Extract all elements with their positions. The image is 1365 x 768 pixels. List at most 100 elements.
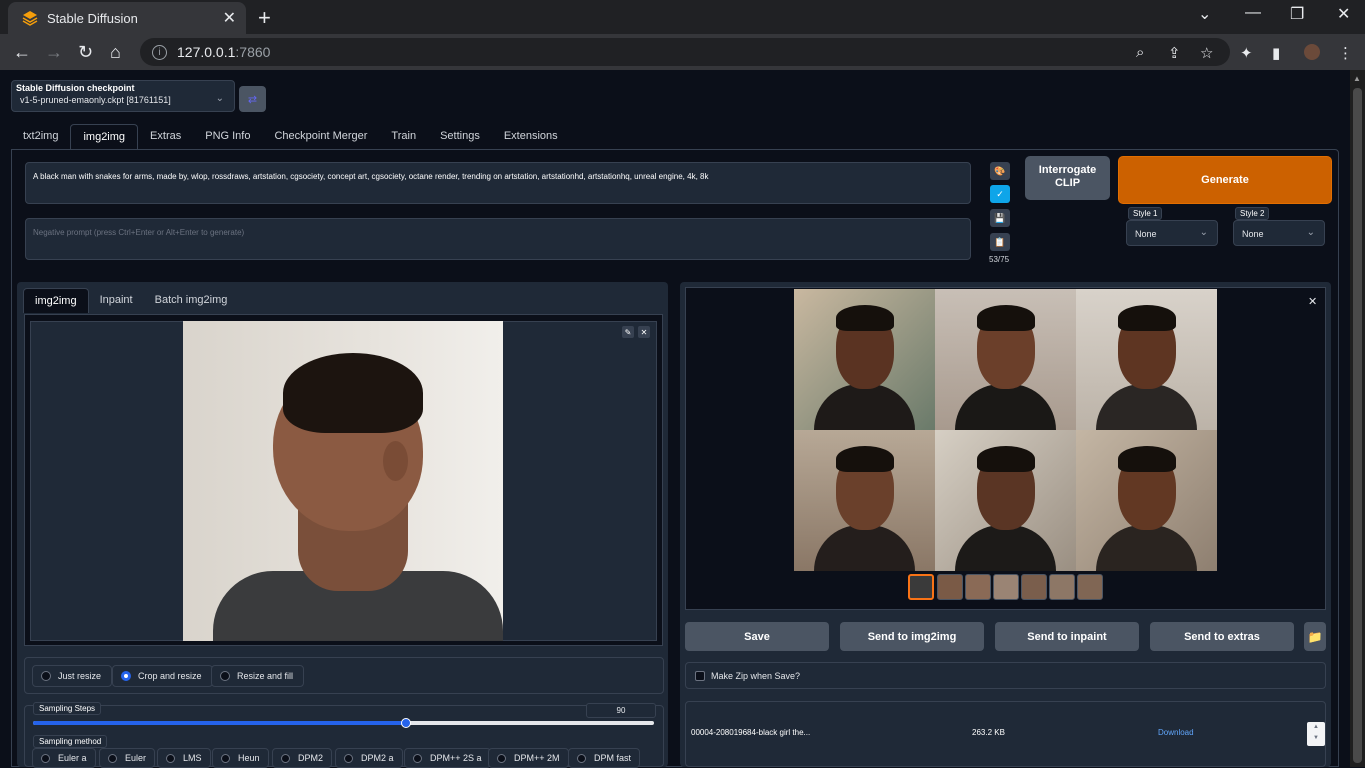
tab-extras[interactable]: Extras [138, 124, 193, 150]
close-window-icon[interactable]: ✕ [1337, 4, 1350, 24]
forward-icon[interactable]: → [45, 42, 63, 62]
send-to-img2img-button[interactable]: Send to img2img [840, 622, 984, 651]
palette-icon[interactable]: 🎨 [990, 162, 1010, 180]
browser-tab[interactable]: Stable Diffusion ✕ [8, 2, 246, 34]
thumbnail[interactable] [965, 574, 991, 600]
bookmark-star-icon[interactable]: ☆ [1200, 44, 1213, 62]
refresh-checkpoint-button[interactable]: ⇄ [239, 86, 266, 112]
browser-tab-title: Stable Diffusion [47, 10, 138, 26]
menu-kebab-icon[interactable]: ⋮ [1338, 44, 1353, 62]
thumbnail[interactable] [1021, 574, 1047, 600]
sampler-euler[interactable]: Euler [99, 748, 156, 768]
interrogate-clip-button[interactable]: Interrogate CLIP [1025, 156, 1110, 200]
side-panel-icon[interactable]: ▮ [1272, 44, 1280, 62]
resize-and-fill[interactable]: Resize and fill [211, 665, 305, 687]
interrogate-line2: CLIP [1054, 177, 1081, 189]
omnibox[interactable]: i 127.0.0.1:7860 [140, 38, 1230, 66]
thumbnail[interactable] [937, 574, 963, 600]
tab-checkpoint-merger[interactable]: Checkpoint Merger [262, 124, 379, 150]
sampler-label: DPM2 a [361, 753, 394, 763]
resize-just-resize[interactable]: Just resize [32, 665, 113, 687]
resize-crop-and-resize[interactable]: Crop and resize [112, 665, 213, 687]
zoom-icon[interactable]: ⌕ [1136, 44, 1144, 61]
sampling-steps-input[interactable]: 90 [586, 703, 656, 718]
close-tab-icon[interactable]: ✕ [223, 8, 236, 28]
save-button[interactable]: Save [685, 622, 829, 651]
reload-icon[interactable]: ↻ [78, 42, 93, 62]
thumbnail-grid[interactable] [908, 574, 934, 600]
prompt-textarea[interactable]: A black man with snakes for arms, made b… [25, 162, 971, 204]
clipboard-icon[interactable]: 📋 [990, 233, 1010, 251]
home-icon[interactable]: ⌂ [110, 42, 121, 62]
checkbox-tool-icon[interactable]: ✓ [990, 185, 1010, 203]
subtab-inpaint[interactable]: Inpaint [89, 288, 144, 313]
resize-fill-label: Resize and fill [237, 671, 294, 681]
site-info-icon[interactable]: i [152, 44, 167, 60]
slider-handle[interactable] [400, 718, 411, 728]
generate-button[interactable]: Generate [1118, 156, 1332, 204]
save-style-icon[interactable]: 💾 [990, 209, 1010, 227]
image-hair [1118, 446, 1176, 472]
checkbox-icon[interactable] [695, 670, 705, 681]
sampler-heun[interactable]: Heun [212, 748, 269, 768]
sampler-dpmpp-2m[interactable]: DPM++ 2M [488, 748, 569, 768]
gallery-image[interactable] [1076, 430, 1217, 571]
gallery-image[interactable] [1076, 289, 1217, 430]
radio-icon [166, 753, 175, 763]
sampler-dpm2[interactable]: DPM2 [272, 748, 333, 768]
sampling-steps-slider[interactable] [33, 718, 654, 728]
tab-train[interactable]: Train [379, 124, 428, 150]
profile-avatar[interactable] [1304, 44, 1320, 60]
sampler-lms[interactable]: LMS [157, 748, 211, 768]
thumbnail[interactable] [993, 574, 1019, 600]
restore-icon[interactable]: ❐ [1290, 4, 1304, 24]
image-body [814, 525, 915, 571]
download-link[interactable]: Download [1158, 728, 1194, 737]
clear-image-icon[interactable]: ✕ [638, 326, 650, 338]
tab-img2img[interactable]: img2img [70, 124, 139, 150]
back-icon[interactable]: ← [13, 42, 31, 62]
negative-prompt-textarea[interactable]: Negative prompt (press Ctrl+Enter or Alt… [25, 218, 971, 260]
thumbnail[interactable] [1077, 574, 1103, 600]
tab-extensions[interactable]: Extensions [492, 124, 570, 150]
extensions-icon[interactable]: ✦ [1240, 44, 1253, 62]
tab-txt2img[interactable]: txt2img [11, 124, 70, 150]
page-scrollbar[interactable]: ▲ [1350, 70, 1365, 767]
sampler-dpm2-a[interactable]: DPM2 a [335, 748, 403, 768]
minimize-icon[interactable]: — [1245, 4, 1261, 22]
sampler-euler-a[interactable]: Euler a [32, 748, 96, 768]
sampler-label: Euler a [58, 753, 87, 763]
sampler-label: Euler [125, 753, 147, 763]
gallery-image[interactable] [794, 430, 935, 571]
edit-pencil-icon[interactable]: ✎ [622, 326, 634, 338]
sampler-label: DPM++ 2M [514, 753, 560, 763]
send-to-extras-button[interactable]: Send to extras [1150, 622, 1294, 651]
tab-png-info[interactable]: PNG Info [193, 124, 262, 150]
share-icon[interactable]: ⇪ [1168, 44, 1181, 62]
scrollbar-thumb[interactable] [1353, 88, 1362, 763]
new-tab-icon[interactable]: + [258, 5, 271, 31]
image-body [814, 384, 915, 430]
sampler-dpm-fast[interactable]: DPM fast [568, 748, 641, 768]
style1-dropdown[interactable]: Style 1 None ⌄ [1126, 207, 1218, 246]
file-scroll-stepper[interactable]: ▲ ▼ [1307, 722, 1325, 746]
thumbnail[interactable] [1049, 574, 1075, 600]
checkpoint-dropdown[interactable]: Stable Diffusion checkpoint v1-5-pruned-… [11, 80, 235, 112]
close-gallery-icon[interactable]: ✕ [1308, 295, 1317, 308]
subtab-img2img[interactable]: img2img [23, 288, 89, 313]
gallery-image[interactable] [935, 430, 1076, 571]
tab-settings[interactable]: Settings [428, 124, 492, 150]
gallery-image[interactable] [794, 289, 935, 430]
open-folder-button[interactable]: 📁 [1304, 622, 1326, 651]
refresh-icon: ⇄ [247, 93, 258, 106]
tab-search-icon[interactable]: ⌄ [1198, 4, 1211, 24]
style2-dropdown[interactable]: Style 2 None ⌄ [1233, 207, 1325, 246]
gallery-image[interactable] [935, 289, 1076, 430]
style2-label: Style 2 [1235, 207, 1270, 220]
subtab-batch-img2img[interactable]: Batch img2img [144, 288, 239, 313]
sampler-dpmpp-2s-a[interactable]: DPM++ 2S a [404, 748, 491, 768]
scroll-up-icon[interactable]: ▲ [1353, 74, 1361, 83]
send-to-inpaint-button[interactable]: Send to inpaint [995, 622, 1139, 651]
image-hair [977, 305, 1035, 331]
make-zip-checkbox[interactable]: Make Zip when Save? [685, 662, 1326, 689]
